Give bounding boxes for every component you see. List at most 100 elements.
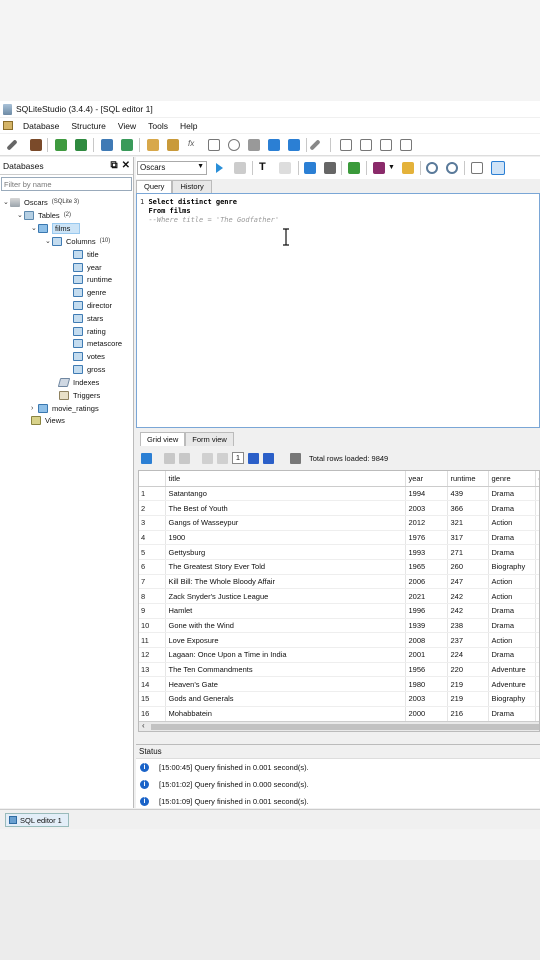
table-row[interactable]: 2The Best of Youth2003366Drama[ (139, 500, 539, 516)
table-cell[interactable]: 219 (447, 691, 489, 707)
table-cell[interactable]: 7 (139, 574, 166, 590)
tree-column[interactable]: title (73, 248, 99, 260)
table-cell[interactable]: 13 (139, 662, 166, 678)
header-genre[interactable]: genre (488, 471, 536, 487)
table-cell[interactable]: 16 (139, 706, 166, 722)
prev-page-icon[interactable] (217, 452, 228, 464)
layout-horizontal-icon[interactable] (491, 161, 505, 175)
table-cell[interactable]: 15 (139, 691, 166, 707)
table-cell[interactable]: 2003 (405, 691, 448, 707)
tree-column[interactable]: genre (73, 286, 106, 298)
table-cell[interactable]: Drama (488, 706, 536, 722)
table-cell[interactable]: 12 (139, 647, 166, 663)
extension-icon[interactable] (248, 139, 260, 151)
config-icon[interactable] (309, 139, 321, 151)
menu-database[interactable]: Database (17, 121, 65, 131)
table-cell[interactable]: Action (488, 632, 536, 649)
table-row[interactable]: 16Mohabbatein2000216Drama[ (139, 706, 539, 722)
tree-triggers[interactable]: Triggers (59, 389, 100, 401)
chevron-down-icon[interactable]: ▼ (388, 164, 400, 176)
table-cell[interactable]: 1994 (405, 486, 448, 502)
table-cell[interactable]: Biography (488, 559, 536, 575)
table-cell[interactable]: [ (535, 676, 539, 693)
new-table-icon[interactable] (147, 139, 159, 151)
results-grid[interactable]: title year runtime genre d 1Satantango19… (138, 470, 540, 732)
table-cell[interactable]: Drama (488, 486, 536, 502)
table-cell[interactable]: 2008 (405, 632, 448, 649)
table-cell[interactable]: Adventure (488, 676, 536, 693)
tree-column[interactable]: stars (73, 312, 103, 324)
table-cell[interactable]: Action (488, 588, 536, 604)
table-cell[interactable]: Mohabbatein (165, 706, 406, 722)
header-title[interactable]: title (165, 471, 406, 487)
refresh-icon[interactable] (101, 139, 113, 151)
table-cell[interactable]: 237 (447, 632, 489, 649)
next-page-icon[interactable] (248, 452, 259, 464)
tab-query[interactable]: Query (136, 180, 173, 193)
collation-icon[interactable] (228, 139, 240, 151)
header-runtime[interactable]: runtime (447, 471, 489, 487)
table-cell[interactable]: 247 (447, 574, 489, 590)
table-cell[interactable]: 238 (447, 618, 489, 634)
table-row[interactable]: 8 Zack Snyder's Justice League 2021 242 Acti… (139, 588, 539, 604)
refresh-data-icon[interactable] (141, 452, 152, 464)
table-cell[interactable]: [ (535, 603, 539, 619)
table-cell[interactable]: [ (535, 588, 539, 604)
table-cell[interactable]: 2000 (405, 706, 448, 722)
table-cell[interactable]: 317 (447, 530, 489, 546)
table-cell[interactable]: 366 (447, 500, 489, 516)
tree-column[interactable]: director (73, 299, 112, 311)
tree-column[interactable]: gross (73, 363, 105, 375)
page-number[interactable]: 1 (232, 452, 244, 464)
table-cell[interactable]: Drama (488, 530, 536, 546)
table-cell[interactable]: Heaven's Gate (165, 676, 406, 693)
table-cell[interactable]: [ (535, 691, 539, 707)
layout-vertical-icon[interactable] (471, 162, 483, 174)
table-cell[interactable]: Gangs of Wasseypur (165, 515, 406, 531)
table-cell[interactable]: Drama (488, 544, 536, 560)
find-next-icon[interactable] (446, 162, 458, 174)
table-cell[interactable]: Lagaan: Once Upon a Time in India (165, 647, 406, 663)
table-cell[interactable]: [ (535, 574, 539, 590)
table-cell[interactable]: Satantango (165, 486, 406, 502)
cascade-icon[interactable] (400, 139, 412, 151)
scrollbar-thumb[interactable] (151, 724, 539, 730)
header-year[interactable]: year (405, 471, 448, 487)
table-cell[interactable]: Drama (488, 647, 536, 663)
tree-tables[interactable]: ⌄ Tables (2) (17, 209, 71, 221)
table-row[interactable]: 10Gone with the Wind1939238Drama[ (139, 618, 539, 634)
disconnect-icon[interactable] (30, 139, 42, 151)
collapse-icon[interactable]: ⌄ (45, 237, 52, 245)
table-cell[interactable]: 1993 (405, 544, 448, 560)
table-row[interactable]: 419001976317Drama[ (139, 530, 539, 546)
float-panel-icon[interactable]: ⧉ (110, 160, 117, 171)
clear-icon[interactable] (279, 162, 291, 174)
tree-indexes[interactable]: Indexes (57, 376, 99, 388)
grid-print-icon[interactable] (290, 452, 301, 464)
table-cell[interactable]: 220 (447, 662, 489, 678)
tab-form-view[interactable]: Form view (185, 432, 234, 446)
table-cell[interactable]: 2006 (405, 574, 448, 590)
table-row[interactable]: 6 The Greatest Story Ever Told 1965 260 Biog… (139, 559, 539, 575)
tab-sql-editor-1[interactable]: SQL editor 1 (5, 813, 69, 827)
menu-tools[interactable]: Tools (142, 121, 174, 131)
execute-query-icon[interactable] (216, 163, 223, 173)
open-file-icon[interactable] (402, 162, 414, 174)
table-row[interactable]: 14Heaven's Gate1980219Adventure[ (139, 676, 539, 693)
close-panel-icon[interactable]: ✕ (122, 160, 130, 171)
table-cell[interactable]: The Greatest Story Ever Told (165, 559, 406, 575)
tree-table-movie-ratings[interactable]: › movie_ratings (31, 402, 99, 414)
table-cell[interactable]: 219 (447, 676, 489, 693)
first-page-icon[interactable] (202, 452, 213, 464)
sql-code-editor[interactable]: 1 Select distinct genre From films --Whe… (136, 193, 540, 428)
tree-column[interactable]: metascore (73, 337, 122, 349)
table-row[interactable]: 15Gods and Generals2003219Biography[ (139, 691, 539, 707)
sql-editor-icon[interactable] (288, 139, 300, 151)
tree-column[interactable]: votes (73, 350, 105, 362)
table-cell[interactable]: 242 (447, 603, 489, 619)
export-results-icon[interactable] (348, 162, 360, 174)
table-cell[interactable]: 271 (447, 544, 489, 560)
explain-query-icon[interactable] (234, 162, 246, 174)
table-cell[interactable]: 3 (139, 515, 166, 531)
table-cell[interactable]: Adventure (488, 662, 536, 678)
